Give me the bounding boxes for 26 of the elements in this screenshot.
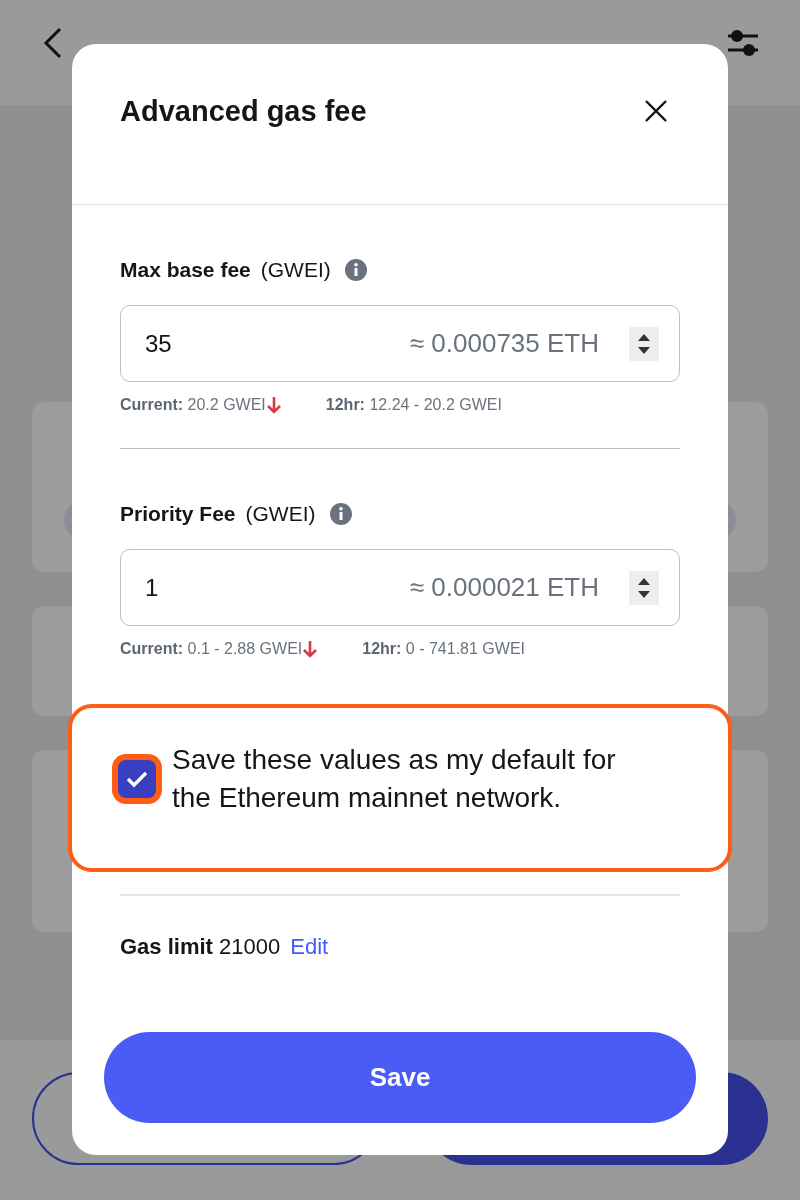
edit-link[interactable]: Edit bbox=[290, 934, 329, 960]
modal-title: Advanced gas fee bbox=[120, 94, 367, 128]
spinner-icon[interactable] bbox=[629, 326, 659, 361]
unit-label: (GWEI) bbox=[260, 258, 331, 282]
gas-limit-text: Gas limit 21000 bbox=[120, 934, 281, 960]
eth-estimate: ≈ 0.000021 ETH bbox=[409, 572, 599, 603]
field-label: Max base fee bbox=[120, 258, 251, 282]
checkbox-label: Save these values as my default for the Ethereum mainnet network. bbox=[172, 743, 617, 815]
check-icon bbox=[126, 770, 148, 788]
spinner-icon[interactable] bbox=[629, 570, 659, 605]
current-fee: Current: 0.1 - 2.88 GWEI bbox=[120, 640, 303, 658]
unit-label: (GWEI) bbox=[245, 502, 316, 526]
number-input[interactable]: 1 ≈ 0.000021 ETH bbox=[120, 549, 680, 626]
field-label: Priority Fee bbox=[120, 502, 236, 526]
range-fee: 12hr: 12.24 - 20.2 GWEI bbox=[325, 396, 502, 414]
down-arrow-icon bbox=[302, 640, 319, 658]
info-icon[interactable] bbox=[344, 259, 367, 281]
down-arrow-icon bbox=[265, 396, 282, 414]
current-fee: Current: 20.2 GWEI bbox=[120, 396, 266, 414]
close-icon[interactable] bbox=[644, 99, 668, 123]
info-icon[interactable] bbox=[329, 503, 352, 525]
checkbox[interactable] bbox=[118, 760, 156, 798]
save-button[interactable]: Save bbox=[104, 1032, 696, 1123]
number-input[interactable]: 35 ≈ 0.000735 ETH bbox=[120, 305, 680, 382]
range-fee: 12hr: 0 - 741.81 GWEI bbox=[362, 640, 525, 658]
eth-estimate: ≈ 0.000735 ETH bbox=[409, 328, 599, 359]
